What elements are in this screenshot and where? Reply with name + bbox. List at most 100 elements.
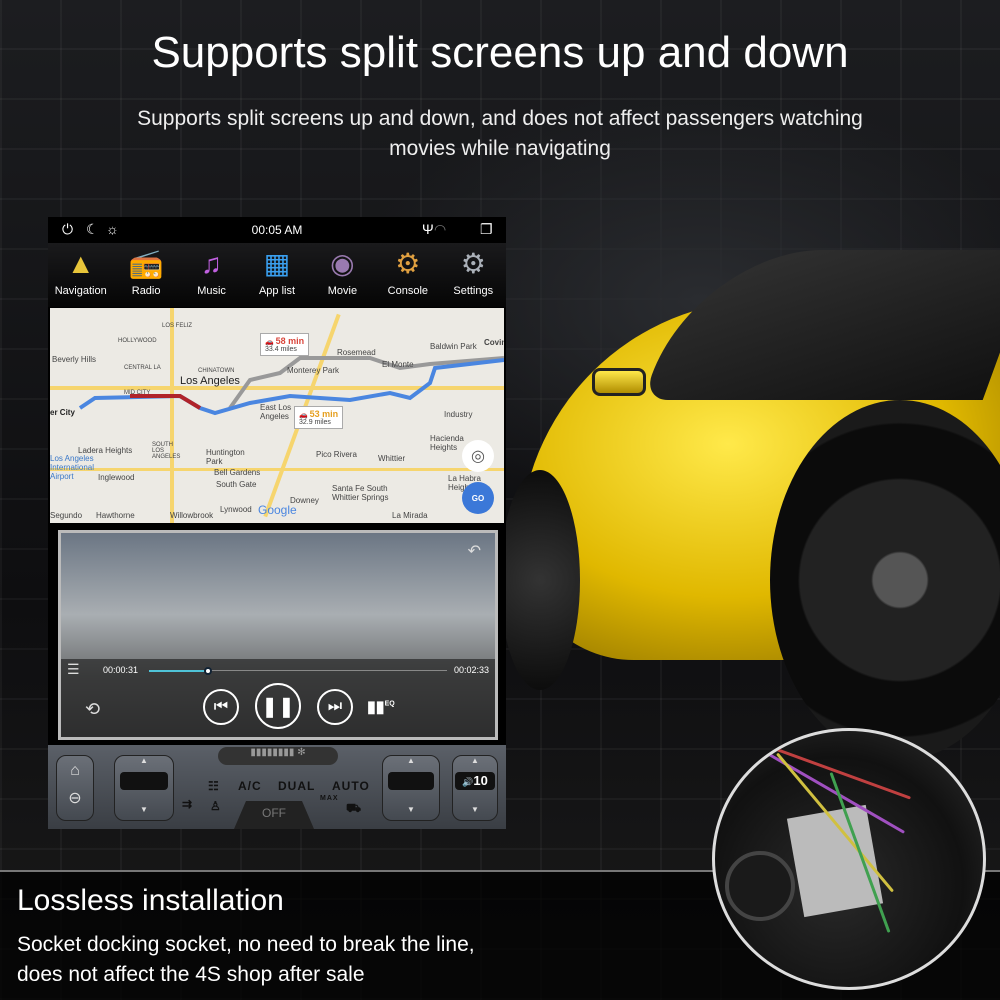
pause-button[interactable]: ❚❚	[255, 683, 301, 729]
app-label: Radio	[131, 285, 161, 297]
map-label: Industry	[444, 410, 473, 419]
subheadline: Supports split screens up and down, and …	[137, 107, 863, 160]
map-label: Santa Fe South Whittier Springs	[332, 484, 389, 502]
back-button[interactable]: ⊖	[57, 788, 93, 808]
playlist-icon[interactable]: ☰	[67, 661, 80, 678]
wifi-icon: ◠	[434, 221, 447, 237]
car-image	[500, 210, 1000, 760]
console-seat-icon: ⚙	[395, 248, 421, 279]
locate-me-button[interactable]: ◎	[462, 440, 494, 472]
home-back-panel: ⌂ ⊖	[56, 755, 94, 821]
app-navigation[interactable]: ▲ Navigation	[48, 243, 113, 307]
rear-defrost-icon[interactable]: ☷	[208, 779, 220, 793]
map-label: Los Angeles International Airport	[50, 454, 95, 481]
app-console[interactable]: ⚙ Console	[375, 243, 440, 307]
volume-level: 10	[473, 773, 488, 788]
settings-gear-icon: ⚙	[460, 248, 486, 279]
navigation-icon: ▲	[66, 248, 95, 279]
map-label: MID CITY	[124, 390, 151, 396]
app-label: Settings	[453, 285, 494, 297]
app-movie[interactable]: ◉ Movie	[310, 243, 375, 307]
app-bar: ▲ Navigation 📻 Radio ♫ Music ▦ App list ◉ Movie ⚙ C…	[48, 243, 506, 307]
navigation-map[interactable]: Los Angeles Beverly Hills Monterey Park …	[50, 308, 504, 523]
fan-speed-indicator[interactable]: ▮▮▮▮▮▮▮▮ ✻	[218, 747, 338, 765]
bottom-description: Socket docking socket, no need to break …	[17, 933, 475, 986]
map-label: er City	[50, 408, 75, 417]
seek-progress	[149, 670, 209, 672]
next-button[interactable]: ⏭	[317, 689, 353, 725]
map-label: Huntington Park	[206, 448, 245, 466]
map-label: Lynwood	[220, 505, 252, 514]
map-label: Inglewood	[98, 473, 135, 482]
map-label: El Monte	[382, 360, 414, 369]
map-label: LOS FELIZ	[162, 323, 193, 329]
head-unit-screen: ⏻ ☾ ☼ 00:05 AM Ψ ◠ ❐ ▲ Navigation 📻 Radio ♫ M…	[48, 217, 506, 829]
app-music[interactable]: ♫ Music	[179, 243, 244, 307]
route-callout-alt[interactable]: 🚗 58 min 33.4 miles	[260, 333, 310, 356]
app-radio[interactable]: 📻 Radio	[113, 243, 178, 307]
elapsed-time: 00:00:31	[103, 665, 139, 675]
map-label: La Mirada	[392, 511, 428, 520]
app-label: Navigation	[54, 285, 107, 297]
app-label: Music	[197, 285, 226, 297]
previous-button[interactable]: ⏮	[203, 689, 239, 725]
map-label: Covin	[484, 338, 504, 347]
app-app-list[interactable]: ▦ App list	[244, 243, 309, 307]
dual-button[interactable]: DUAL	[278, 779, 315, 793]
radio-icon: 📻	[128, 248, 164, 279]
map-label: Segundo	[50, 511, 83, 520]
player-controls: ☰ 00:00:31 00:02:33 ⟲ ⏮ ❚❚ ⏭ ▮▮EQ	[61, 659, 495, 737]
app-label: App list	[258, 285, 296, 297]
app-label: Movie	[327, 285, 358, 297]
map-label: Baldwin Park	[430, 342, 477, 351]
map-label: Bell Gardens	[214, 468, 261, 477]
video-player[interactable]: ↶ ☰ 00:00:31 00:02:33 ⟲ ⏮ ❚❚ ⏭ ▮▮EQ	[58, 530, 498, 740]
google-logo: Google	[258, 503, 297, 517]
speaker-icon: 🔊	[462, 777, 474, 787]
map-label: CENTRAL LA	[124, 365, 161, 371]
seat-airflow-icon[interactable]: ♙	[210, 799, 222, 813]
volume-control[interactable]: ▲ 🔊10 ▼	[452, 755, 498, 821]
map-label: Pico Rivera	[316, 450, 357, 459]
right-temp-control[interactable]: ▲ ▼	[382, 755, 440, 821]
duration: 00:02:33	[453, 665, 489, 675]
status-bar: ⏻ ☾ ☼ 00:05 AM Ψ ◠ ❐	[48, 217, 506, 243]
left-temp-control[interactable]: ▲ ▼	[114, 755, 174, 821]
headline: Supports split screens up and down	[151, 28, 849, 77]
route-callout-main[interactable]: 🚗 53 min 32.9 miles	[294, 406, 344, 429]
airflow-mode-icon[interactable]: ⇉	[182, 797, 193, 811]
map-label: Rosemead	[337, 348, 376, 357]
map-label: Monterey Park	[287, 366, 340, 375]
music-icon: ♫	[201, 248, 223, 279]
traffic-segment	[130, 394, 202, 410]
map-label: SOUTH LOS ANGELES	[152, 442, 181, 460]
app-settings[interactable]: ⚙ Settings	[441, 243, 506, 307]
map-label: South Gate	[216, 480, 257, 489]
movie-reel-icon: ◉	[330, 248, 355, 279]
app-label: Console	[387, 285, 428, 297]
map-label: Beverly Hills	[52, 355, 97, 364]
seek-handle[interactable]	[203, 667, 212, 675]
eq-button[interactable]: ▮▮EQ	[367, 697, 395, 717]
off-button[interactable]: OFF	[234, 801, 314, 829]
bottom-title: Lossless installation	[17, 884, 284, 917]
usb-icon: Ψ	[422, 221, 434, 237]
home-button[interactable]: ⌂	[57, 762, 93, 780]
auto-button[interactable]: AUTO	[332, 779, 370, 793]
map-label: HOLLYWOOD	[118, 338, 157, 344]
max-defrost-button[interactable]: MAX	[320, 795, 339, 802]
recirculation-icon[interactable]: ⛟	[346, 801, 362, 817]
go-button[interactable]: GO	[462, 482, 494, 514]
map-label: Hawthorne	[96, 511, 135, 520]
back-icon[interactable]: ↶	[468, 541, 481, 561]
multi-window-icon[interactable]: ❐	[480, 221, 493, 238]
repeat-icon[interactable]: ⟲	[85, 699, 100, 720]
wiring-harness-inset	[712, 728, 986, 990]
map-label: Willowbrook	[170, 511, 214, 520]
app-list-icon: ▦	[263, 248, 291, 279]
climate-panel: ⌂ ⊖ ▲ ▼ ▮▮▮▮▮▮▮▮ ✻ ☷ A/C DUAL AUTO ⇉ ♙ OF…	[48, 745, 506, 829]
map-label: CHINATOWN	[198, 368, 235, 374]
map-label: Whittier	[378, 454, 406, 463]
map-label: Los Angeles	[180, 375, 240, 387]
ac-button[interactable]: A/C	[238, 779, 262, 793]
